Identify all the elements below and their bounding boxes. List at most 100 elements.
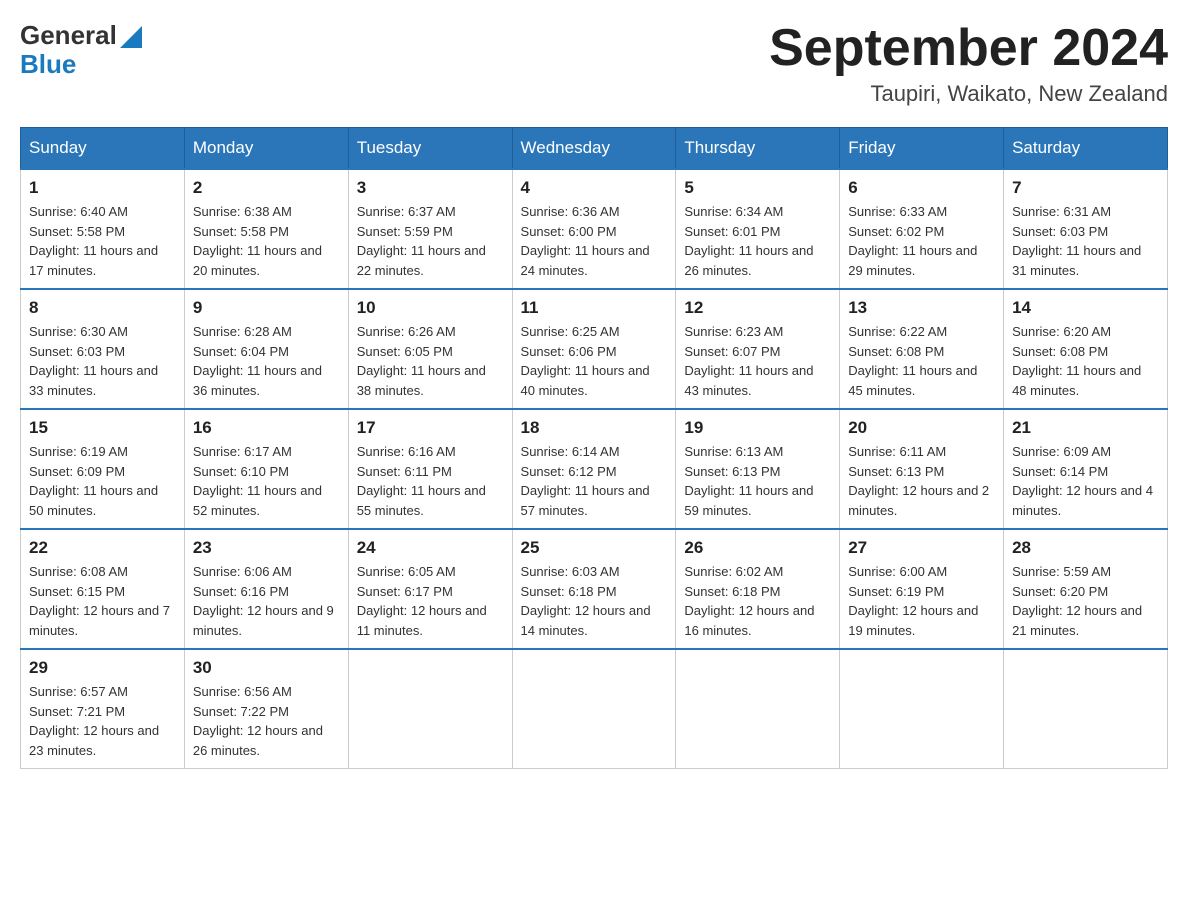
day-number: 26 — [684, 538, 831, 558]
calendar-week-row: 1Sunrise: 6:40 AMSunset: 5:58 PMDaylight… — [21, 169, 1168, 289]
day-number: 14 — [1012, 298, 1159, 318]
day-info: Sunrise: 6:28 AMSunset: 6:04 PMDaylight:… — [193, 322, 340, 400]
day-info: Sunrise: 6:25 AMSunset: 6:06 PMDaylight:… — [521, 322, 668, 400]
day-number: 19 — [684, 418, 831, 438]
header-sunday: Sunday — [21, 128, 185, 170]
day-number: 20 — [848, 418, 995, 438]
calendar-day-cell: 25 Sunrise: 6:03 AMSunset: 6:18 PMDayligh… — [512, 529, 676, 649]
day-number: 8 — [29, 298, 176, 318]
day-number: 25 — [521, 538, 668, 558]
header-monday: Monday — [184, 128, 348, 170]
calendar-day-cell — [348, 649, 512, 769]
calendar-day-cell: 11 Sunrise: 6:25 AMSunset: 6:06 PMDayligh… — [512, 289, 676, 409]
day-number: 11 — [521, 298, 668, 318]
logo-triangle-icon — [120, 26, 142, 48]
header-wednesday: Wednesday — [512, 128, 676, 170]
day-info: Sunrise: 6:16 AMSunset: 6:11 PMDaylight:… — [357, 442, 504, 520]
calendar-day-cell: 4Sunrise: 6:36 AMSunset: 6:00 PMDaylight… — [512, 169, 676, 289]
day-number: 30 — [193, 658, 340, 678]
calendar-day-cell: 22 Sunrise: 6:08 AMSunset: 6:15 PMDayligh… — [21, 529, 185, 649]
day-number: 9 — [193, 298, 340, 318]
calendar-day-cell: 18 Sunrise: 6:14 AMSunset: 6:12 PMDayligh… — [512, 409, 676, 529]
calendar-day-cell: 5Sunrise: 6:34 AMSunset: 6:01 PMDaylight… — [676, 169, 840, 289]
calendar-day-cell: 8 Sunrise: 6:30 AMSunset: 6:03 PMDaylight… — [21, 289, 185, 409]
calendar-day-cell: 19 Sunrise: 6:13 AMSunset: 6:13 PMDayligh… — [676, 409, 840, 529]
calendar-day-cell — [1004, 649, 1168, 769]
calendar-day-cell: 7 Sunrise: 6:31 AMSunset: 6:03 PMDaylight… — [1004, 169, 1168, 289]
day-info: Sunrise: 6:20 AMSunset: 6:08 PMDaylight:… — [1012, 322, 1159, 400]
day-info: Sunrise: 6:30 AMSunset: 6:03 PMDaylight:… — [29, 322, 176, 400]
calendar-day-cell: 12 Sunrise: 6:23 AMSunset: 6:07 PMDayligh… — [676, 289, 840, 409]
day-info: Sunrise: 5:59 AMSunset: 6:20 PMDaylight:… — [1012, 562, 1159, 640]
day-info: Sunrise: 6:37 AMSunset: 5:59 PMDaylight:… — [357, 202, 504, 280]
calendar-day-cell: 21 Sunrise: 6:09 AMSunset: 6:14 PMDayligh… — [1004, 409, 1168, 529]
day-info: Sunrise: 6:56 AMSunset: 7:22 PMDaylight:… — [193, 682, 340, 760]
day-number: 27 — [848, 538, 995, 558]
calendar-day-cell — [512, 649, 676, 769]
location-subtitle: Taupiri, Waikato, New Zealand — [769, 81, 1168, 107]
day-info: Sunrise: 6:06 AMSunset: 6:16 PMDaylight:… — [193, 562, 340, 640]
calendar-table: SundayMondayTuesdayWednesdayThursdayFrid… — [20, 127, 1168, 769]
calendar-day-cell: 28 Sunrise: 5:59 AMSunset: 6:20 PMDayligh… — [1004, 529, 1168, 649]
day-number: 1 — [29, 178, 176, 198]
day-number: 12 — [684, 298, 831, 318]
day-info: Sunrise: 6:23 AMSunset: 6:07 PMDaylight:… — [684, 322, 831, 400]
day-number: 28 — [1012, 538, 1159, 558]
day-number: 22 — [29, 538, 176, 558]
day-info: Sunrise: 6:11 AMSunset: 6:13 PMDaylight:… — [848, 442, 995, 520]
day-number: 6 — [848, 178, 995, 198]
day-info: Sunrise: 6:34 AMSunset: 6:01 PMDaylight:… — [684, 202, 831, 280]
day-info: Sunrise: 6:05 AMSunset: 6:17 PMDaylight:… — [357, 562, 504, 640]
day-number: 18 — [521, 418, 668, 438]
calendar-week-row: 29 Sunrise: 6:57 AMSunset: 7:21 PMDayligh… — [21, 649, 1168, 769]
day-info: Sunrise: 6:17 AMSunset: 6:10 PMDaylight:… — [193, 442, 340, 520]
calendar-day-cell: 13 Sunrise: 6:22 AMSunset: 6:08 PMDayligh… — [840, 289, 1004, 409]
calendar-day-cell: 20 Sunrise: 6:11 AMSunset: 6:13 PMDayligh… — [840, 409, 1004, 529]
calendar-day-cell: 29 Sunrise: 6:57 AMSunset: 7:21 PMDayligh… — [21, 649, 185, 769]
calendar-week-row: 8 Sunrise: 6:30 AMSunset: 6:03 PMDaylight… — [21, 289, 1168, 409]
day-info: Sunrise: 6:31 AMSunset: 6:03 PMDaylight:… — [1012, 202, 1159, 280]
day-info: Sunrise: 6:33 AMSunset: 6:02 PMDaylight:… — [848, 202, 995, 280]
calendar-day-cell: 14 Sunrise: 6:20 AMSunset: 6:08 PMDayligh… — [1004, 289, 1168, 409]
calendar-day-cell: 15Sunrise: 6:19 AMSunset: 6:09 PMDayligh… — [21, 409, 185, 529]
day-number: 2 — [193, 178, 340, 198]
calendar-day-cell — [840, 649, 1004, 769]
day-info: Sunrise: 6:38 AMSunset: 5:58 PMDaylight:… — [193, 202, 340, 280]
calendar-day-cell: 27 Sunrise: 6:00 AMSunset: 6:19 PMDayligh… — [840, 529, 1004, 649]
day-number: 15 — [29, 418, 176, 438]
day-info: Sunrise: 6:02 AMSunset: 6:18 PMDaylight:… — [684, 562, 831, 640]
day-number: 4 — [521, 178, 668, 198]
day-info: Sunrise: 6:13 AMSunset: 6:13 PMDaylight:… — [684, 442, 831, 520]
day-number: 7 — [1012, 178, 1159, 198]
calendar-day-cell: 6 Sunrise: 6:33 AMSunset: 6:02 PMDaylight… — [840, 169, 1004, 289]
day-info: Sunrise: 6:22 AMSunset: 6:08 PMDaylight:… — [848, 322, 995, 400]
logo-blue-text: Blue — [20, 49, 76, 80]
day-number: 10 — [357, 298, 504, 318]
logo: General Blue — [20, 20, 142, 80]
day-number: 13 — [848, 298, 995, 318]
logo-general-text: General — [20, 20, 117, 51]
header-saturday: Saturday — [1004, 128, 1168, 170]
day-info: Sunrise: 6:03 AMSunset: 6:18 PMDaylight:… — [521, 562, 668, 640]
calendar-header-row: SundayMondayTuesdayWednesdayThursdayFrid… — [21, 128, 1168, 170]
day-number: 21 — [1012, 418, 1159, 438]
day-info: Sunrise: 6:09 AMSunset: 6:14 PMDaylight:… — [1012, 442, 1159, 520]
calendar-day-cell: 26 Sunrise: 6:02 AMSunset: 6:18 PMDayligh… — [676, 529, 840, 649]
calendar-day-cell: 10Sunrise: 6:26 AMSunset: 6:05 PMDayligh… — [348, 289, 512, 409]
header-tuesday: Tuesday — [348, 128, 512, 170]
calendar-day-cell: 1Sunrise: 6:40 AMSunset: 5:58 PMDaylight… — [21, 169, 185, 289]
day-info: Sunrise: 6:57 AMSunset: 7:21 PMDaylight:… — [29, 682, 176, 760]
calendar-day-cell: 9 Sunrise: 6:28 AMSunset: 6:04 PMDaylight… — [184, 289, 348, 409]
calendar-day-cell: 3Sunrise: 6:37 AMSunset: 5:59 PMDaylight… — [348, 169, 512, 289]
day-number: 23 — [193, 538, 340, 558]
day-info: Sunrise: 6:00 AMSunset: 6:19 PMDaylight:… — [848, 562, 995, 640]
day-info: Sunrise: 6:08 AMSunset: 6:15 PMDaylight:… — [29, 562, 176, 640]
calendar-day-cell: 30 Sunrise: 6:56 AMSunset: 7:22 PMDayligh… — [184, 649, 348, 769]
day-number: 29 — [29, 658, 176, 678]
calendar-day-cell: 2 Sunrise: 6:38 AMSunset: 5:58 PMDaylight… — [184, 169, 348, 289]
calendar-day-cell: 16Sunrise: 6:17 AMSunset: 6:10 PMDayligh… — [184, 409, 348, 529]
calendar-day-cell: 17Sunrise: 6:16 AMSunset: 6:11 PMDayligh… — [348, 409, 512, 529]
day-info: Sunrise: 6:14 AMSunset: 6:12 PMDaylight:… — [521, 442, 668, 520]
calendar-title: September 2024 — [769, 20, 1168, 77]
calendar-week-row: 15Sunrise: 6:19 AMSunset: 6:09 PMDayligh… — [21, 409, 1168, 529]
